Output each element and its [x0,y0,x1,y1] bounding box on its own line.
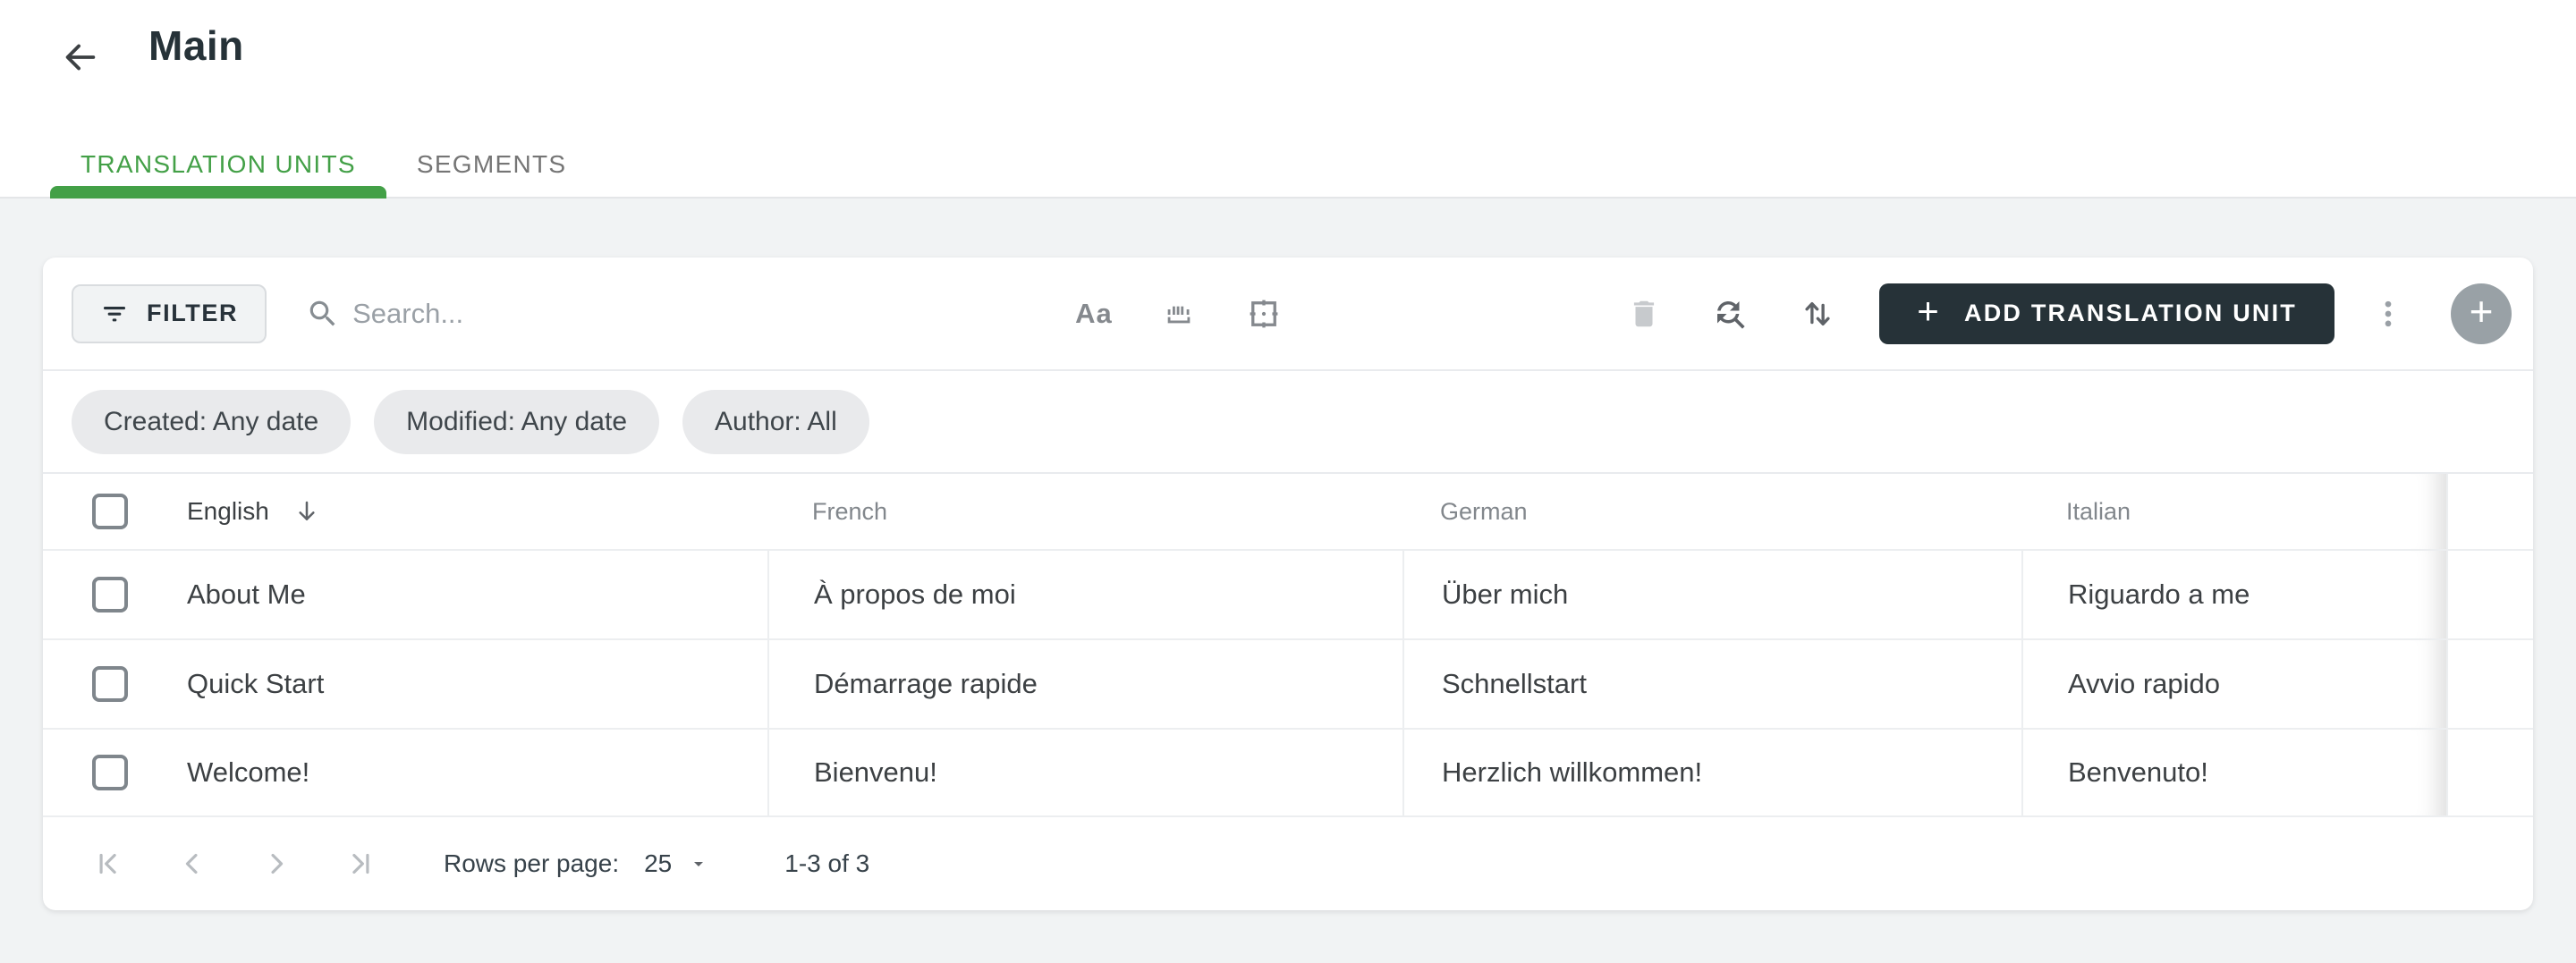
row-checkbox-cell [43,730,144,815]
cell-french[interactable]: À propos de moi [767,551,1402,638]
page-title: Main [148,22,244,69]
tab-bar: TRANSLATION UNITS SEGMENTS [50,131,597,199]
first-page-button[interactable] [80,836,136,891]
cell-german[interactable]: Über mich [1402,551,2021,638]
pagination-range: 1-3 of 3 [784,849,870,877]
translation-units-card: FILTER Aa [43,258,2533,910]
chevron-right-icon [271,853,284,874]
plus-icon: + [1917,289,1942,332]
back-arrow-icon [65,44,96,71]
cell-english[interactable]: Welcome! [144,730,767,815]
chevron-left-icon [185,853,198,874]
cell-german[interactable]: Herzlich willkommen! [1402,730,2021,815]
match-case-toggle[interactable]: Aa [1075,298,1113,330]
tab-label: TRANSLATION UNITS [80,150,356,178]
cell-extra [2446,640,2533,728]
dropdown-arrow-icon [694,862,704,866]
rows-per-page-select[interactable]: 25 [644,849,709,878]
cell-english[interactable]: Quick Start [144,640,767,728]
page-header: Main TRANSLATION UNITS SEGMENTS [0,0,2576,199]
cell-french[interactable]: Bienvenu! [767,730,1402,815]
cell-french[interactable]: Démarrage rapide [767,640,1402,728]
filter-chip-created[interactable]: Created: Any date [72,389,352,454]
match-word-icon [1167,306,1191,323]
back-button[interactable] [50,27,111,88]
sort-arrow-down-icon [292,497,321,526]
content-area: FILTER Aa [0,199,2576,963]
cell-extra [2446,551,2533,638]
filter-button-label: FILTER [147,300,239,326]
toolbar-actions [1627,295,1836,333]
table-row[interactable]: About Me À propos de moi Über mich Rigua… [43,549,2533,638]
filter-chip-modified[interactable]: Modified: Any date [374,389,659,454]
cell-italian[interactable]: Benvenuto! [2021,730,2446,815]
row-checkbox-cell [43,551,144,638]
more-vert-icon [2385,300,2392,326]
regex-toggle[interactable] [1245,295,1283,333]
pagination-nav [80,836,388,891]
tab-label: SEGMENTS [416,150,567,178]
delete-button[interactable] [1627,297,1661,331]
row-checkbox-cell [43,640,144,728]
cell-italian[interactable]: Avvio rapido [2021,640,2446,728]
rows-per-page-value: 25 [644,849,673,877]
column-header-italian[interactable]: Italian [2021,474,2446,549]
match-word-toggle[interactable] [1161,296,1197,332]
column-header-german[interactable]: German [1402,474,2021,549]
toolbar: FILTER Aa [43,258,2533,371]
cell-english[interactable]: About Me [144,551,767,638]
active-tab-indicator [50,186,386,199]
previous-page-button[interactable] [165,836,220,891]
search-field [306,297,962,331]
sort-button[interactable] [1799,295,1836,333]
row-checkbox[interactable] [92,755,128,790]
rows-per-page-label: Rows per page: [444,849,620,877]
table-header-row: English French German Italian [43,474,2533,549]
search-options: Aa [1075,295,1283,333]
row-checkbox[interactable] [92,666,128,702]
first-page-icon [99,853,116,874]
next-page-button[interactable] [249,836,304,891]
filter-chip-author[interactable]: Author: All [682,389,869,454]
find-replace-icon [1717,300,1745,329]
regex-icon [1250,300,1278,327]
last-page-icon [352,853,369,874]
add-translation-unit-button[interactable]: + ADD TRANSLATION UNIT [1879,283,2334,344]
pagination: Rows per page: 25 1-3 of 3 [43,817,2533,910]
column-header-english[interactable]: English [144,474,767,549]
last-page-button[interactable] [333,836,388,891]
cell-extra [2446,730,2533,815]
add-circle-button[interactable]: + [2451,283,2512,344]
row-checkbox[interactable] [92,577,128,612]
tab-translation-units[interactable]: TRANSLATION UNITS [50,131,386,199]
search-icon [309,300,335,325]
add-translation-unit-label: ADD TRANSLATION UNIT [1964,300,2297,326]
select-all-cell [43,474,144,549]
filter-button[interactable]: FILTER [72,283,267,343]
table-row[interactable]: Welcome! Bienvenu! Herzlich willkommen! … [43,728,2533,817]
trash-icon [1634,300,1655,326]
find-replace-button[interactable] [1711,295,1749,333]
more-options-button[interactable] [2370,296,2406,332]
filter-chips-row: Created: Any date Modified: Any date Aut… [43,371,2533,474]
filter-icon [104,306,125,321]
cell-german[interactable]: Schnellstart [1402,640,2021,728]
table-row[interactable]: Quick Start Démarrage rapide Schnellstar… [43,638,2533,728]
cell-italian[interactable]: Riguardo a me [2021,551,2446,638]
column-header-french[interactable]: French [767,474,1402,549]
search-input[interactable] [352,297,962,330]
select-all-checkbox[interactable] [92,494,128,529]
column-header-extra [2446,474,2533,549]
sort-up-down-icon [1805,301,1830,325]
tab-segments[interactable]: SEGMENTS [386,131,597,199]
translation-units-table: English French German Italian About Me À… [43,474,2533,817]
